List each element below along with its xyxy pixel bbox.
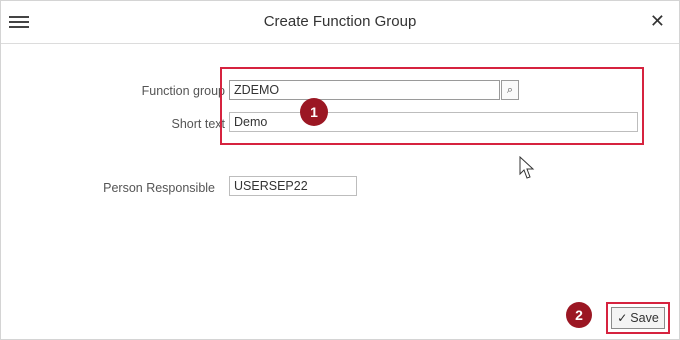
mouse-pointer-icon <box>519 156 535 179</box>
dialog-titlebar: Create Function Group ✕ <box>1 1 679 44</box>
function-group-label: Function group <box>141 84 225 98</box>
save-button-highlight: ✓ Save <box>606 302 670 334</box>
person-responsible-input[interactable] <box>229 176 357 196</box>
step-1-badge: 1 <box>300 98 328 126</box>
annotation-highlight-fields <box>220 67 644 145</box>
save-button-label: Save <box>630 311 659 325</box>
person-responsible-label: Person Responsible <box>103 181 215 195</box>
save-button[interactable]: ✓ Save <box>611 307 665 329</box>
short-text-label: Short text <box>171 117 226 131</box>
step-2-badge: 2 <box>566 302 592 328</box>
checkmark-icon: ✓ <box>617 311 628 325</box>
create-function-group-dialog: Create Function Group ✕ Function group ⌕… <box>0 0 680 340</box>
close-icon[interactable]: ✕ <box>650 11 665 32</box>
dialog-title: Create Function Group <box>263 13 417 30</box>
